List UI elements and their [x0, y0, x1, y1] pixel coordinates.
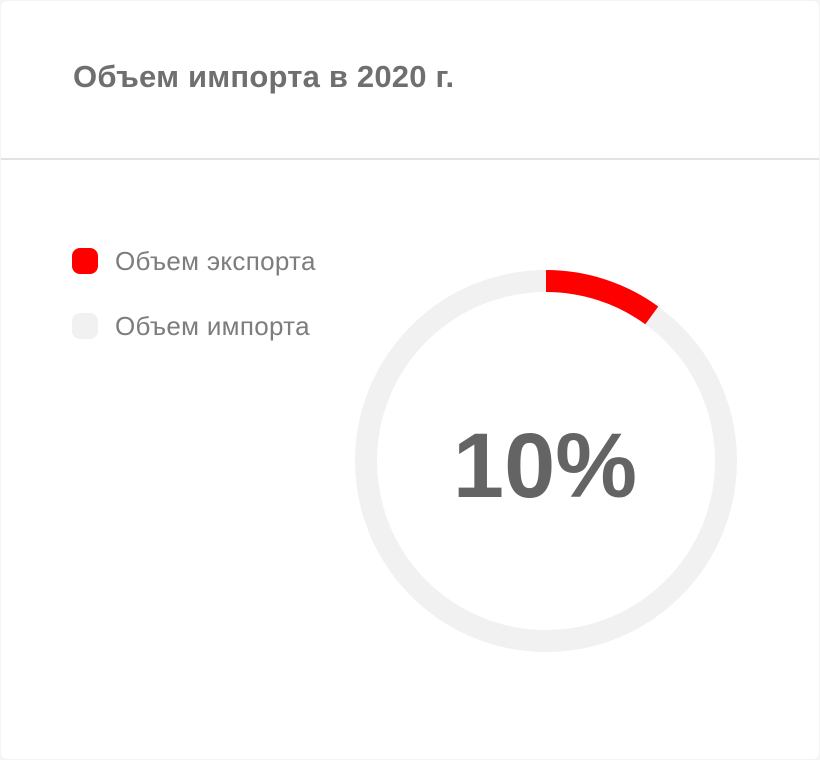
legend-label-import: Объем импорта [115, 310, 310, 341]
chart-legend: Объем экспорта Объем импорта [72, 241, 316, 371]
card-header: Объем импорта в 2020 г. [1, 1, 819, 160]
legend-item-import: Объем импорта [72, 306, 316, 346]
legend-swatch-import [72, 313, 98, 339]
legend-label-export: Объем экспорта [115, 245, 316, 276]
donut-chart: 10% [355, 270, 737, 652]
legend-swatch-export [72, 248, 98, 274]
donut-segment-export [545, 270, 659, 325]
donut-center-value: 10% [453, 415, 637, 517]
chart-title: Объем импорта в 2020 г. [73, 59, 455, 94]
legend-item-export: Объем экспорта [72, 241, 316, 281]
chart-card: Объем импорта в 2020 г. Объем экспорта О… [1, 1, 819, 759]
